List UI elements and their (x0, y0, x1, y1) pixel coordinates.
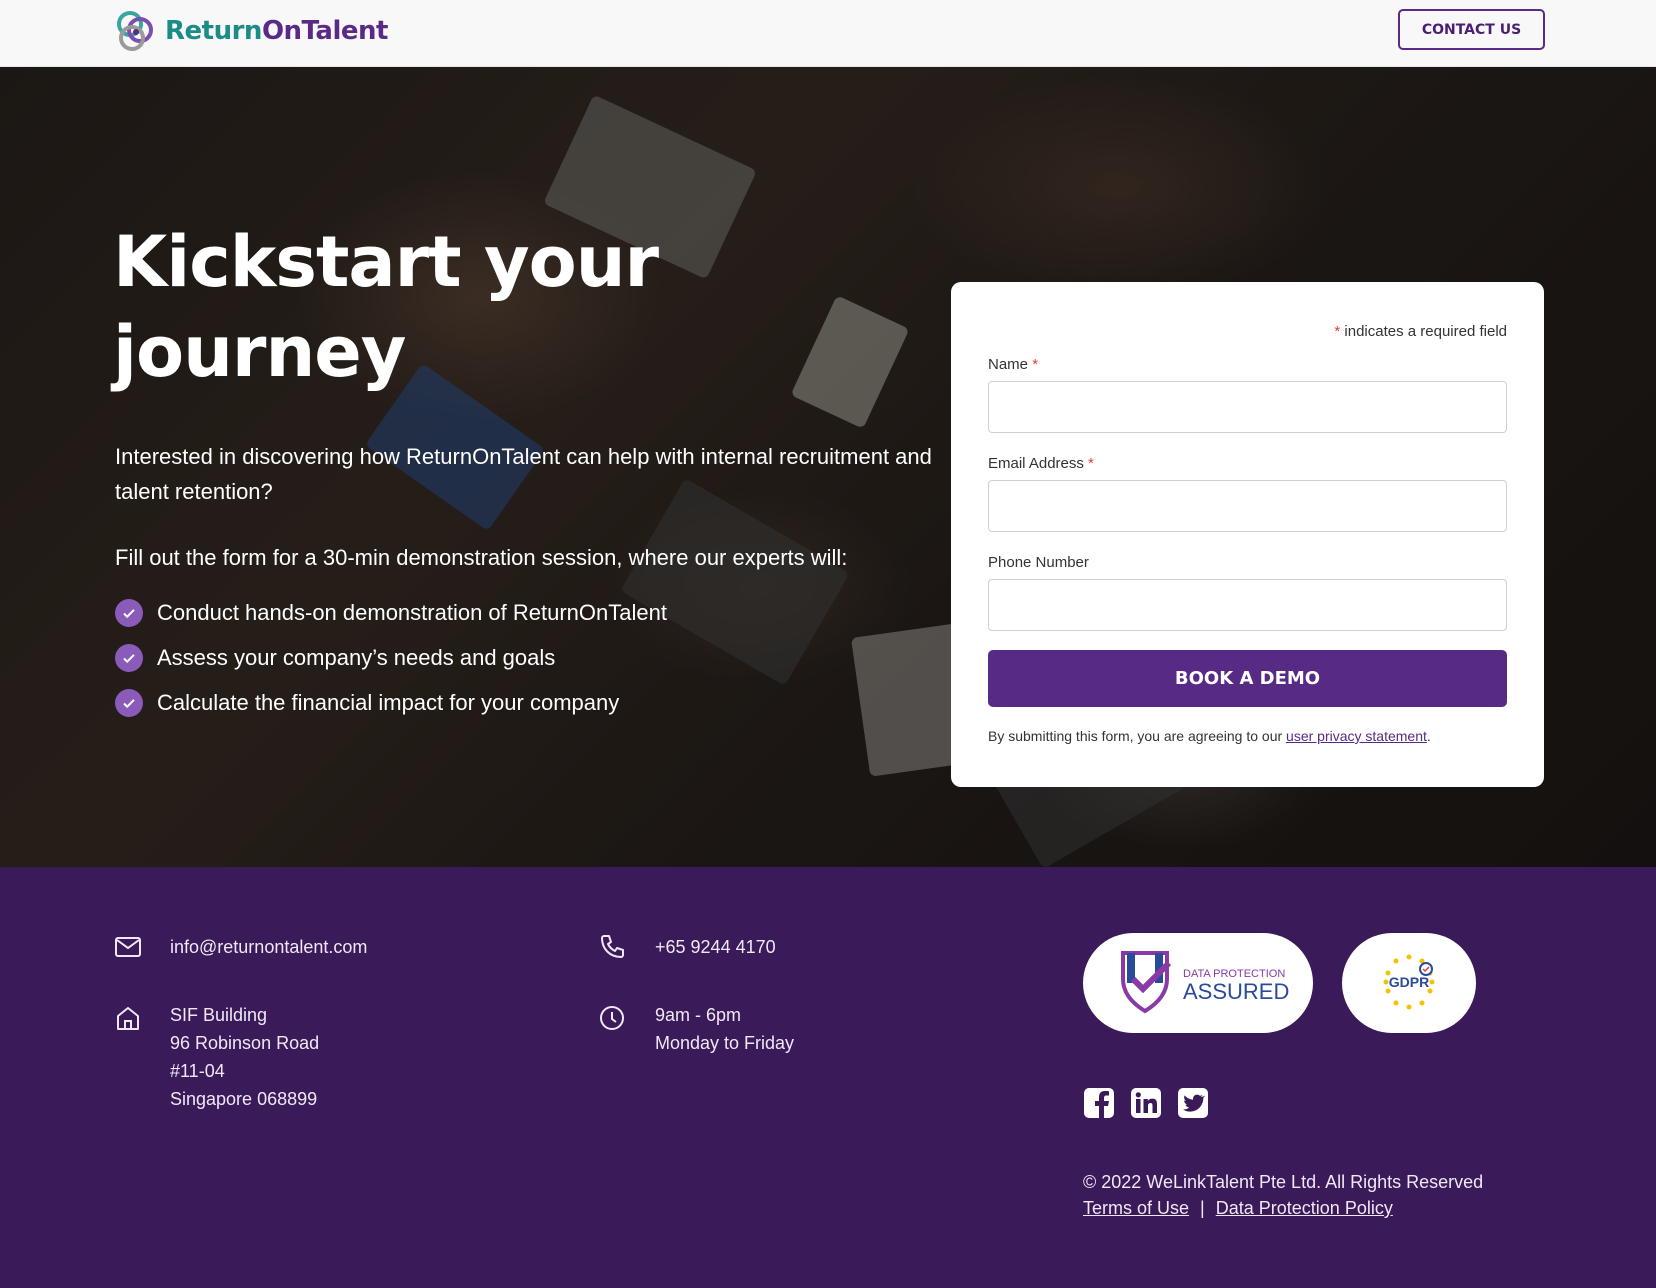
hero-intro: Interested in discovering how ReturnOnTa… (115, 444, 932, 504)
book-demo-button[interactable]: BOOK A DEMO (988, 650, 1507, 707)
email-label: Email Address * (988, 455, 1094, 472)
shield-check-icon (1121, 951, 1172, 1014)
footer-legal-links: Terms of Use | Data Protection Policy (1083, 1198, 1393, 1219)
hero-section: Kickstart your journey Interested in dis… (0, 67, 1656, 867)
list-item-text: Calculate the financial impact for your … (157, 689, 620, 715)
name-label: Name * (988, 356, 1039, 373)
logo-text: ReturnOnTalent (165, 16, 388, 46)
name-input[interactable] (988, 381, 1507, 433)
mail-icon (115, 937, 141, 957)
terms-of-use-link[interactable]: Terms of Use (1083, 1198, 1189, 1218)
clock-icon (600, 1006, 624, 1030)
footer-email-link[interactable]: info@returnontalent.com (170, 933, 367, 961)
logo-mark-icon (117, 11, 153, 51)
copyright-text: © 2022 WeLinkTalent Pte Ltd. All Rights … (1083, 1172, 1484, 1192)
hero-lead: Fill out the form for a 30-min demonstra… (115, 545, 848, 570)
gdpr-badge: GDPR (1342, 933, 1476, 1033)
linkedin-icon[interactable] (1130, 1087, 1162, 1119)
phone-label: Phone Number (988, 554, 1089, 571)
consent-text: By submitting this form, you are agreein… (988, 728, 1431, 744)
phone-input[interactable] (988, 579, 1507, 631)
privacy-statement-link[interactable]: user privacy statement (1286, 728, 1427, 744)
list-item-text: Conduct hands-on demonstration of Return… (157, 599, 667, 625)
hero-title: Kickstart your journey (113, 221, 659, 393)
link-separator: | (1200, 1198, 1205, 1218)
required-field-note: * indicates a required field (1334, 323, 1507, 340)
badge-large-text: ASSURED (1183, 979, 1290, 1004)
contact-us-button[interactable]: CONTACT US (1398, 9, 1545, 50)
phone-icon (601, 935, 624, 958)
list-item: Conduct hands-on demonstration of Return… (115, 590, 667, 635)
list-item: Calculate the financial impact for your … (115, 680, 667, 725)
site-footer: info@returnontalent.com +65 9244 4170 SI… (0, 867, 1656, 1288)
footer-phone-link[interactable]: +65 9244 4170 (655, 933, 776, 961)
demo-form: * indicates a required field Name * Emai… (951, 282, 1544, 787)
facebook-icon[interactable] (1083, 1087, 1115, 1119)
logo[interactable]: ReturnOnTalent (113, 8, 388, 54)
footer-hours: 9am - 6pm Monday to Friday (655, 1005, 795, 1053)
data-protection-policy-link[interactable]: Data Protection Policy (1216, 1198, 1393, 1218)
home-icon (117, 1007, 139, 1030)
benefits-list: Conduct hands-on demonstration of Return… (115, 590, 667, 725)
email-input[interactable] (988, 480, 1507, 532)
site-header: ReturnOnTalent CONTACT US (0, 0, 1656, 67)
list-item-text: Assess your company’s needs and goals (157, 644, 556, 670)
gdpr-label: GDPR (1388, 974, 1430, 990)
check-icon (115, 598, 143, 627)
check-icon (115, 643, 143, 672)
check-icon (115, 688, 143, 717)
footer-address: SIF Building 96 Robinson Road #11-04 Sin… (170, 1005, 320, 1109)
data-protection-badge: DATA PROTECTION ASSURED (1083, 933, 1313, 1033)
twitter-icon[interactable] (1177, 1087, 1209, 1119)
list-item: Assess your company’s needs and goals (115, 635, 667, 680)
